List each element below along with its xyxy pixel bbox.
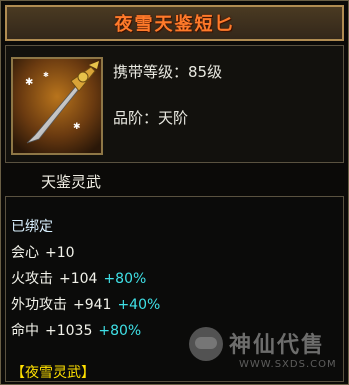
svg-text:✱: ✱ [25, 77, 33, 88]
svg-text:✱: ✱ [73, 122, 81, 132]
stat-hit: 命中 +1035 +80% [11, 320, 141, 340]
stat-fire-attack: 火攻击 +104 +80% [11, 268, 146, 288]
stat-external-attack: 外功攻击 +941 +40% [11, 294, 160, 314]
item-name: 夜雪天鉴短匕 [114, 14, 235, 35]
stat-label: 外功攻击 [11, 297, 67, 313]
watermark-url: WWW.SXDS.COM [239, 359, 337, 370]
watermark: 神仙代售 WWW.SXDS.COM [189, 319, 345, 379]
watermark-text: 神仙代售 [229, 332, 326, 358]
item-grade: 品阶：天阶 [113, 109, 189, 127]
stat-label: 会心 [11, 245, 39, 261]
bound-status: 已绑定 [11, 219, 53, 235]
stat-value: +104 [59, 271, 98, 287]
watermark-mascot-icon [189, 327, 223, 361]
stat-bonus: +40% [117, 297, 161, 313]
item-category: 天鉴灵武 [41, 173, 102, 191]
stat-label: 命中 [11, 323, 39, 339]
stat-crit: 会心 +10 [11, 242, 75, 262]
item-title-bar: 夜雪天鉴短匕 [5, 5, 344, 41]
item-tooltip: 夜雪天鉴短匕 ✱ ✱ ✱ 携带等级：85级 品阶：天阶 天鉴灵武 已绑定 会心 … [0, 0, 349, 385]
stat-bonus: +80% [103, 271, 147, 287]
stat-label: 火攻击 [11, 271, 53, 287]
set-name: 【夜雪灵武】 [11, 365, 95, 381]
stat-bonus: +80% [98, 323, 142, 339]
item-icon-slot[interactable]: ✱ ✱ ✱ [11, 57, 103, 155]
stat-value: +1035 [45, 323, 93, 339]
level-requirement: 携带等级：85级 [113, 63, 223, 81]
svg-text:✱: ✱ [43, 71, 49, 79]
dagger-item-icon: ✱ ✱ ✱ [13, 59, 101, 153]
stat-value: +10 [45, 245, 75, 261]
stat-value: +941 [73, 297, 112, 313]
